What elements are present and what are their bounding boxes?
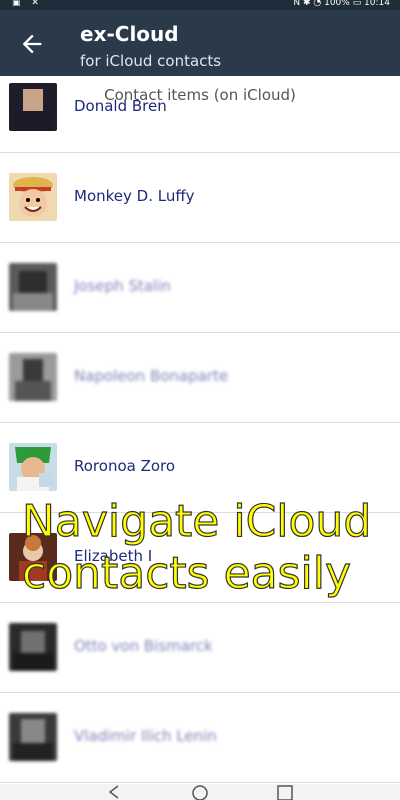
- contact-name: Otto von Bismarck: [74, 637, 213, 655]
- contact-name: Roronoa Zoro: [74, 457, 176, 475]
- contact-name: Donald Bren: [74, 97, 167, 115]
- avatar: [9, 713, 57, 761]
- avatar: [9, 623, 57, 671]
- contact-row[interactable]: Monkey D. Luffy: [0, 152, 400, 243]
- contact-row[interactable]: Donald Bren: [0, 62, 400, 153]
- avatar: [9, 353, 57, 401]
- contact-name: Vladimir Ilich Lenin: [74, 727, 217, 745]
- status-bar: ▣ ✕ N ✱ ◔ 100% ▭ 10:14: [0, 0, 400, 10]
- contact-list[interactable]: Donald Bren Monkey D. Luffy Joseph Stali…: [0, 62, 400, 784]
- status-left-icons: ▣ ✕: [12, 0, 43, 8]
- contact-row[interactable]: Roronoa Zoro: [0, 422, 400, 513]
- back-arrow-icon[interactable]: [18, 30, 46, 58]
- avatar: [9, 83, 57, 131]
- contact-row[interactable]: Elizabeth I: [0, 512, 400, 603]
- system-nav-bar: [0, 784, 400, 800]
- avatar: [9, 443, 57, 491]
- nav-home-icon[interactable]: [190, 784, 210, 800]
- avatar: [9, 173, 57, 221]
- avatar: [9, 263, 57, 311]
- contact-name: Joseph Stalin: [74, 277, 171, 295]
- contact-row[interactable]: Otto von Bismarck: [0, 602, 400, 693]
- contact-row[interactable]: Napoleon Bonaparte: [0, 332, 400, 423]
- contact-row[interactable]: Joseph Stalin: [0, 242, 400, 333]
- contact-name: Elizabeth I: [74, 547, 153, 565]
- contact-name: Monkey D. Luffy: [74, 187, 195, 205]
- avatar: [9, 533, 57, 581]
- app-title: ex-Cloud: [80, 22, 179, 46]
- contact-row[interactable]: Vladimir Ilich Lenin: [0, 692, 400, 783]
- contact-name: Napoleon Bonaparte: [74, 367, 229, 385]
- status-right-indicators: N ✱ ◔ 100% ▭ 10:14: [293, 0, 390, 8]
- nav-back-icon[interactable]: [104, 784, 124, 800]
- nav-recents-icon[interactable]: [275, 784, 295, 800]
